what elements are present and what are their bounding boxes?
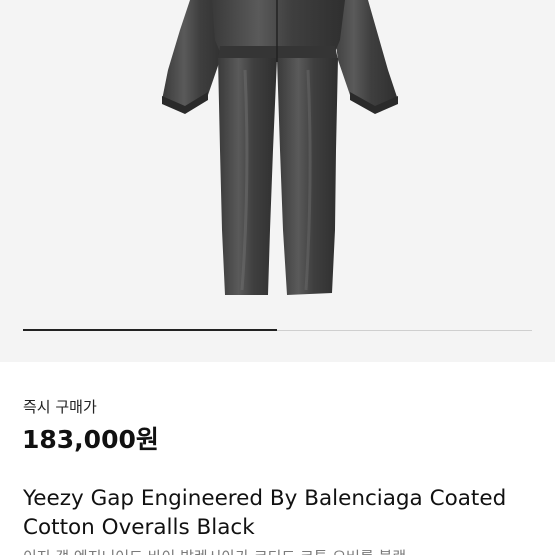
carousel-indicator-active xyxy=(23,329,277,331)
product-image-area[interactable] xyxy=(0,0,555,362)
carousel-indicator xyxy=(23,329,532,331)
product-title: Yeezy Gap Engineered By Balenciaga Coate… xyxy=(23,486,507,540)
price-label: 즉시 구매가 xyxy=(23,398,97,416)
product-image[interactable] xyxy=(150,0,405,300)
product-info: 즉시 구매가 183,000원 Yeezy Gap Engineered By … xyxy=(0,362,555,555)
price: 183,000원 xyxy=(22,425,159,454)
product-subtitle: 이지 갭 엔지니어드 바이 발렌시아가 코티드 코튼 오버롤 블랙 xyxy=(23,546,406,555)
